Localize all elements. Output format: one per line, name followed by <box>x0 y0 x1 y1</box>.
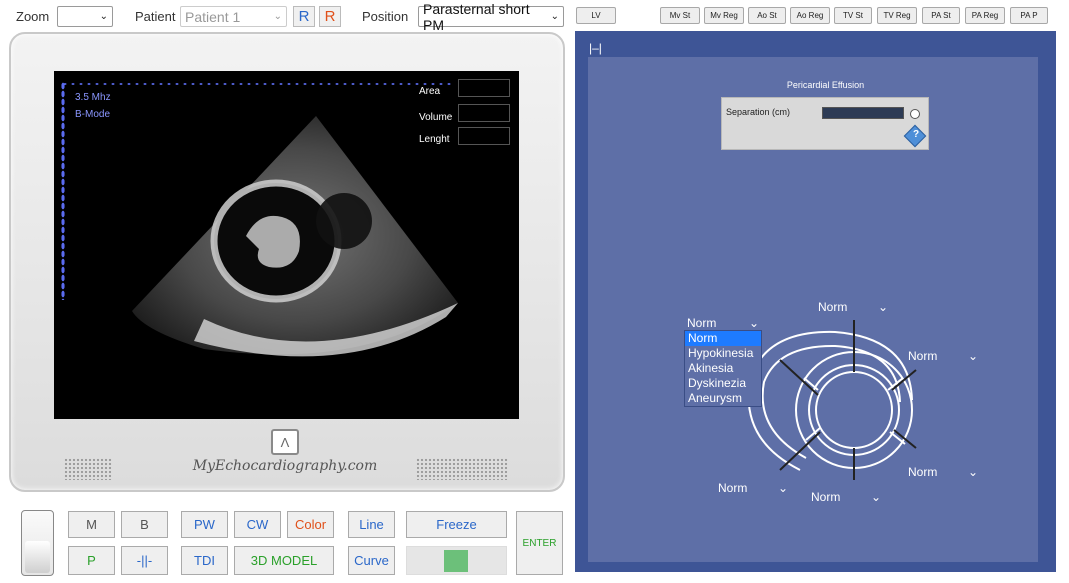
view-button-mv-reg[interactable]: Mv Reg <box>704 7 744 24</box>
segment-value-left-bottom: Norm <box>718 481 748 495</box>
split-button[interactable]: -||- <box>121 546 168 575</box>
chevron-down-icon: ⌄ <box>748 316 759 330</box>
b-mode-button[interactable]: B <box>121 511 168 538</box>
separation-label: Separation (cm) <box>726 107 791 117</box>
chevron-down-icon: ⌄ <box>967 349 978 363</box>
patient-label: Patient <box>135 9 176 24</box>
option-hypokinesia[interactable]: Hypokinesia <box>685 346 761 361</box>
position-label: Position <box>362 9 409 24</box>
cw-button[interactable]: CW <box>234 511 281 538</box>
segment-select-bottom[interactable]: Norm ⌄ <box>808 488 884 506</box>
p-button[interactable]: P <box>68 546 115 575</box>
view-button-pa-p[interactable]: PA P <box>1010 7 1048 24</box>
separation-radio[interactable] <box>910 109 920 119</box>
indicator-light <box>444 550 468 572</box>
chevron-down-icon: ⌄ <box>550 11 559 22</box>
segment-select-left-bottom[interactable]: Norm ⌄ <box>715 479 791 497</box>
collapse-icon[interactable]: |–| <box>589 41 602 55</box>
separation-field[interactable] <box>822 107 904 119</box>
speaker-left <box>64 458 112 480</box>
help-mark: ? <box>912 129 920 140</box>
echo-logo-icon: Λ <box>271 429 299 455</box>
segment-value-left-top: Norm <box>687 316 717 330</box>
view-button-pa-st[interactable]: PA St <box>922 7 960 24</box>
freeze-indicator <box>406 546 507 575</box>
segment-options-list: Norm Hypokinesia Akinesia Dyskinezia Ane… <box>684 330 762 407</box>
pw-button[interactable]: PW <box>181 511 228 538</box>
option-akinesia[interactable]: Akinesia <box>685 361 761 376</box>
zoom-label: Zoom <box>16 9 50 24</box>
effusion-title: Pericardial Effusion <box>786 80 865 90</box>
option-dyskinezia[interactable]: Dyskinezia <box>685 376 761 391</box>
option-norm[interactable]: Norm <box>685 331 761 346</box>
slider-thumb[interactable] <box>25 541 50 573</box>
color-button[interactable]: Color <box>287 511 334 538</box>
view-button-tv-reg[interactable]: TV Reg <box>877 7 917 24</box>
view-button-mv-st[interactable]: Mv St <box>660 7 700 24</box>
segment-value-bottom: Norm <box>811 490 841 504</box>
reset-orange-button[interactable]: R <box>319 6 341 27</box>
tdi-button[interactable]: TDI <box>181 546 228 575</box>
view-button-tv-st[interactable]: TV St <box>834 7 872 24</box>
view-button-pa-reg[interactable]: PA Reg <box>965 7 1005 24</box>
brand-logo: MyEchocardiography.com <box>192 458 378 474</box>
line-button[interactable]: Line <box>348 511 395 538</box>
echo-image <box>132 116 458 357</box>
m-mode-button[interactable]: M <box>68 511 115 538</box>
chevron-down-icon: ⌄ <box>870 490 881 504</box>
view-button-ao-reg[interactable]: Ao Reg <box>790 7 830 24</box>
zoom-select[interactable]: ⌄ <box>57 6 113 27</box>
effusion-card: Separation (cm) ? <box>721 97 929 150</box>
enter-button[interactable]: ENTER <box>516 511 563 575</box>
view-button-ao-st[interactable]: Ao St <box>748 7 786 24</box>
chevron-down-icon: ⌄ <box>99 11 108 22</box>
segment-value-right-top: Norm <box>908 349 938 363</box>
chevron-down-icon: ⌄ <box>877 300 888 314</box>
option-aneurysm[interactable]: Aneurysm <box>685 391 761 406</box>
segment-diagram <box>747 320 917 480</box>
patient-value: Patient 1 <box>185 8 241 25</box>
segment-select-right-bottom[interactable]: Norm ⌄ <box>905 463 981 481</box>
segment-select-right-top[interactable]: Norm ⌄ <box>905 347 981 365</box>
ultrasound-screen: 3.5 Mhz B-Mode Area Volume Lenght <box>54 71 519 419</box>
speaker-right <box>416 458 508 480</box>
gain-slider[interactable] <box>21 510 54 576</box>
reset-blue-button[interactable]: R <box>293 6 315 27</box>
chevron-down-icon: ⌄ <box>777 481 788 495</box>
chevron-down-icon: ⌄ <box>273 11 282 22</box>
position-select[interactable]: Parasternal short PM ⌄ <box>418 1 564 33</box>
lv-button[interactable]: LV <box>576 7 616 24</box>
patient-select[interactable]: Patient 1 ⌄ <box>180 6 287 27</box>
segment-value-right-bottom: Norm <box>908 465 938 479</box>
segment-select-top[interactable]: Norm ⌄ <box>815 298 891 316</box>
freeze-button[interactable]: Freeze <box>406 511 507 538</box>
3d-model-button[interactable]: 3D MODEL <box>234 546 334 575</box>
segment-value-top: Norm <box>818 300 848 314</box>
curve-button[interactable]: Curve <box>348 546 395 575</box>
position-value: Parasternal short PM <box>423 0 530 33</box>
chevron-down-icon: ⌄ <box>967 465 978 479</box>
